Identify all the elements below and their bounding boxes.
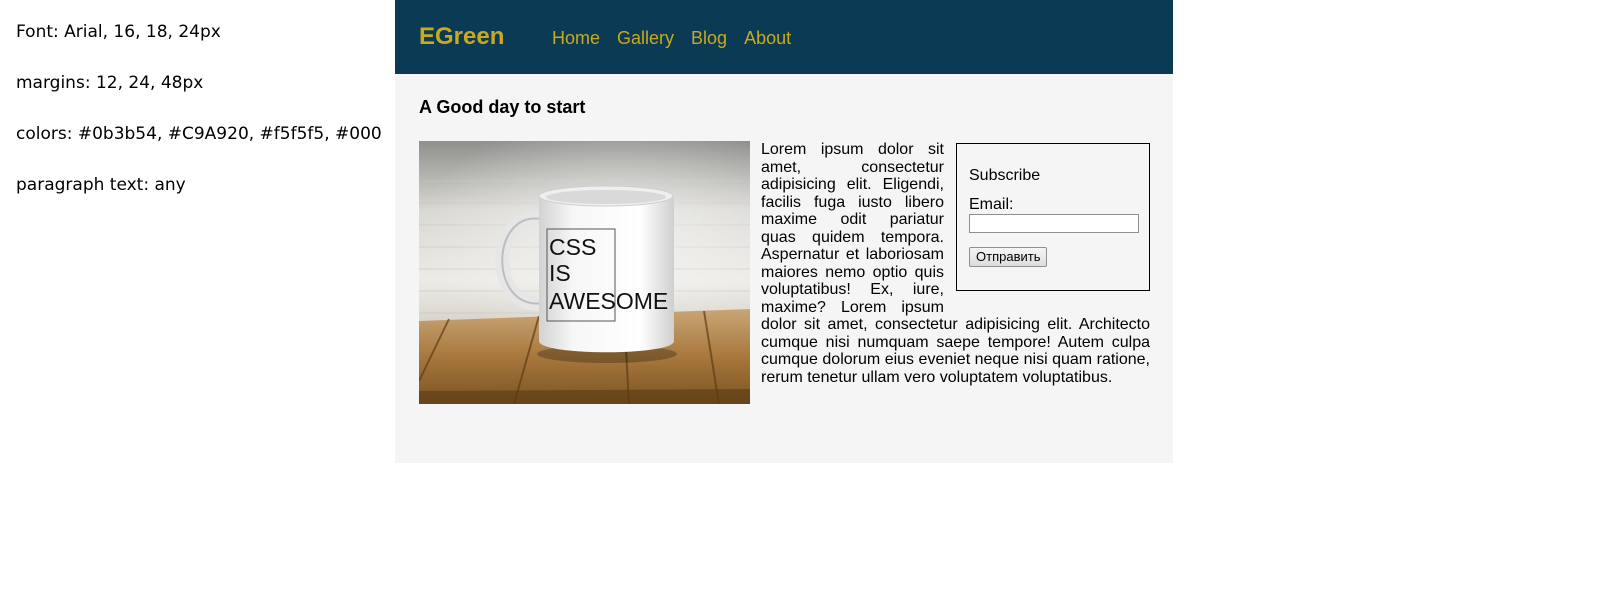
submit-button[interactable]: Отправить <box>969 247 1048 267</box>
site-header: EGreen Home Gallery Blog About <box>395 0 1173 74</box>
mug-photo: CSS IS AWESOME <box>419 141 750 404</box>
mug-text-is: IS <box>549 260 571 286</box>
note-margins: margins: 12, 24, 48px <box>16 73 204 93</box>
nav-link-about[interactable]: About <box>744 28 791 49</box>
nav-link-home[interactable]: Home <box>552 28 600 49</box>
note-paragraph: paragraph text: any <box>16 175 186 195</box>
nav-link-blog[interactable]: Blog <box>691 28 727 49</box>
email-input[interactable] <box>969 214 1139 233</box>
article-title: A Good day to start <box>419 97 586 117</box>
subscribe-form: Subscribe Email: Отправить <box>956 143 1150 291</box>
email-label: Email: <box>969 196 1014 213</box>
spec-notes: Font: Arial, 16, 18, 24px margins: 12, 2… <box>16 20 382 224</box>
mug-text-css: CSS <box>549 234 596 260</box>
site-logo[interactable]: EGreen <box>419 23 504 51</box>
mug-text-awesome: AWESOME <box>549 288 668 314</box>
subscribe-title: Subscribe <box>969 167 1041 184</box>
nav-link-gallery[interactable]: Gallery <box>617 28 674 49</box>
note-font: Font: Arial, 16, 18, 24px <box>16 22 221 42</box>
main-nav: Home Gallery Blog About <box>552 28 791 49</box>
mock-page: EGreen Home Gallery Blog About A Good da… <box>395 0 1173 463</box>
note-colors: colors: #0b3b54, #C9A920, #f5f5f5, #000 <box>16 124 382 144</box>
